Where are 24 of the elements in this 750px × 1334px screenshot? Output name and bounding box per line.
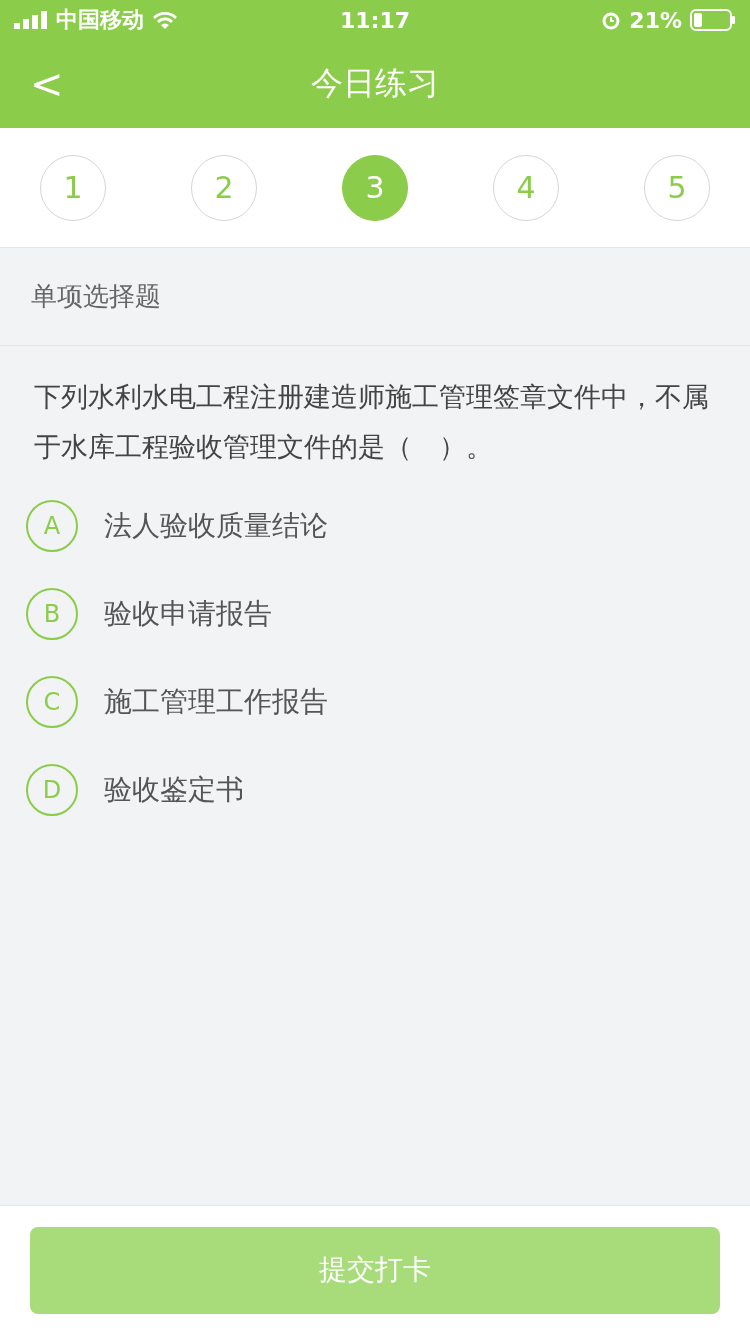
option-radio[interactable]: D — [26, 764, 78, 816]
back-button[interactable]: < — [22, 61, 72, 107]
battery-icon — [690, 9, 736, 31]
option-radio[interactable]: A — [26, 500, 78, 552]
option-text[interactable]: 施工管理工作报告 — [104, 683, 328, 721]
question-text: 下列水利水电工程注册建造师施工管理签章文件中，不属于水库工程验收管理文件的是（ ）。 — [33, 380, 710, 464]
clock-time: 11:17 — [340, 7, 410, 33]
option-text[interactable]: 验收鉴定书 — [104, 771, 244, 809]
alarm-icon — [601, 10, 622, 30]
option-text[interactable]: 验收申请报告 — [104, 595, 272, 633]
signal-icon — [14, 11, 48, 29]
question-type: 单项选择题 — [31, 280, 161, 313]
option-radio[interactable]: B — [26, 588, 78, 640]
question-number-tab[interactable]: 1 — [40, 154, 106, 221]
page-title: 今日练习 — [311, 63, 439, 104]
carrier-name: 中国移动 — [56, 6, 144, 34]
option-text[interactable]: 法人验收质量结论 — [104, 507, 328, 545]
option-radio[interactable]: C — [26, 676, 78, 728]
question-number-tab[interactable]: 3 — [342, 154, 408, 221]
wifi-icon — [152, 10, 178, 30]
battery-percent: 21% — [629, 7, 682, 33]
question-number-tab[interactable]: 5 — [644, 154, 710, 221]
question-number-tab[interactable]: 4 — [493, 154, 559, 221]
question-number-tab[interactable]: 2 — [191, 154, 257, 221]
